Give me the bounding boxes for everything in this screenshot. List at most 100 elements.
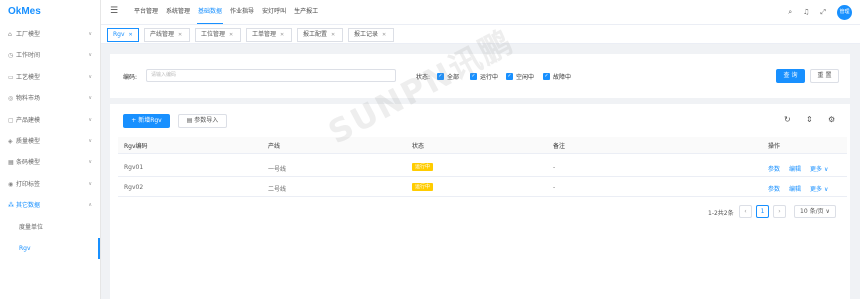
header-actions: ⌕ ♫ ⤢ 管理 xyxy=(788,0,852,24)
other-data-icon: ⁂ xyxy=(8,202,14,210)
nav-work-guide[interactable]: 作业指导 xyxy=(229,0,255,24)
search-icon[interactable]: ⌕ xyxy=(788,8,792,17)
close-icon[interactable]: ✕ xyxy=(331,32,335,38)
chevron-down-icon: ∨ xyxy=(823,166,829,173)
sidebar-subitem[interactable]: 度量单位 xyxy=(0,217,100,238)
params-link[interactable]: 参数 xyxy=(768,164,780,173)
button-label: 新增Rgv xyxy=(138,117,162,124)
more-link[interactable]: 更多 ∨ xyxy=(810,164,828,173)
tab-label: 产线管理 xyxy=(150,31,175,38)
tab-rgv[interactable]: Rgv ✕ xyxy=(107,28,139,42)
print-icon: ◉ xyxy=(8,180,14,188)
sidebar-item-label: 工作时间 xyxy=(16,52,41,60)
nav-report[interactable]: 生产报工 xyxy=(293,0,319,24)
sidebar-item[interactable]: ◎ 物料市场 ∨ xyxy=(0,88,100,109)
chevron-down-icon: ∨ xyxy=(825,208,830,215)
import-params-button[interactable]: ▤ 参数导入 xyxy=(178,114,227,128)
app-logo[interactable]: OkMes xyxy=(0,0,100,24)
nav-andon[interactable]: 安灯呼叫 xyxy=(261,0,287,24)
check-icon: ✓ xyxy=(543,72,550,80)
settings-icon[interactable]: ⚙ xyxy=(828,115,835,124)
factory-icon: ⌂ xyxy=(8,31,12,38)
top-nav: 平台管理 系统管理 基础数据 作业指导 安灯呼叫 生产报工 xyxy=(133,0,319,24)
reset-button[interactable]: 重 置 xyxy=(810,69,839,83)
sidebar-subitem[interactable]: Rgv xyxy=(0,237,100,260)
header-actions: 操作 xyxy=(768,143,781,150)
close-icon[interactable]: ✕ xyxy=(229,32,233,38)
sidebar-item-label: 物料市场 xyxy=(16,95,41,103)
tab-work-order[interactable]: 工单管理 ✕ xyxy=(246,28,292,42)
sidebar-item[interactable]: ▦ 条码模型 ∨ xyxy=(0,152,100,173)
sidebar-item-label: 工艺模型 xyxy=(16,73,41,81)
sidebar-item[interactable]: ◷ 工作时间 ∨ xyxy=(0,45,100,66)
header-status: 状态 xyxy=(412,143,425,150)
menu-toggle-icon[interactable]: ☰ xyxy=(110,6,118,16)
cell-remark: - xyxy=(553,184,556,191)
checkbox-label: 空闲中 xyxy=(516,73,535,81)
code-label: 编码: xyxy=(123,74,138,81)
query-button[interactable]: 查 询 xyxy=(776,69,805,83)
sidebar-item[interactable]: ▢ 产品建模 ∨ xyxy=(0,110,100,131)
sidebar-item-label: 其它数据 xyxy=(16,202,41,210)
params-link[interactable]: 参数 xyxy=(768,184,780,193)
avatar[interactable]: 管理 xyxy=(837,4,852,20)
chevron-down-icon: ∨ xyxy=(88,31,92,37)
fullscreen-icon[interactable]: ⤢ xyxy=(820,8,826,17)
chevron-up-icon: ∧ xyxy=(88,202,92,209)
page-size-select[interactable]: 10 条/页 ∨ xyxy=(794,205,836,218)
tab-station-management[interactable]: 工位管理 ✕ xyxy=(195,28,241,42)
nav-platform[interactable]: 平台管理 xyxy=(133,0,159,24)
chevron-down-icon: ∨ xyxy=(88,95,92,102)
process-icon: ▭ xyxy=(8,73,14,81)
tab-label: Rgv xyxy=(113,31,125,38)
close-icon[interactable]: ✕ xyxy=(129,32,133,38)
sidebar-item[interactable]: ⌂ 工厂模型 ∨ xyxy=(0,24,100,45)
cell-code: Rgv02 xyxy=(124,184,144,191)
button-label: 参数导入 xyxy=(194,117,219,124)
chevron-down-icon: ∨ xyxy=(88,180,92,187)
status-badge: 运行中 xyxy=(412,163,434,171)
more-label: 更多 xyxy=(810,166,823,173)
close-icon[interactable]: ✕ xyxy=(178,32,182,38)
tab-report-records[interactable]: 报工记录 ✕ xyxy=(348,28,394,42)
sidebar-item[interactable]: ◈ 质量模型 ∨ xyxy=(0,131,100,152)
more-link[interactable]: 更多 ∨ xyxy=(810,184,828,193)
more-label: 更多 xyxy=(810,186,823,193)
close-icon[interactable]: ✕ xyxy=(280,32,284,38)
cell-line: 二号线 xyxy=(268,186,287,193)
divider xyxy=(118,153,847,154)
edit-link[interactable]: 编辑 xyxy=(789,164,801,173)
divider xyxy=(118,196,847,197)
sidebar-item[interactable]: ▭ 工艺模型 ∨ xyxy=(0,67,100,88)
checkbox-label: 故障中 xyxy=(553,73,572,81)
header-line: 产线 xyxy=(268,143,281,150)
next-page-button[interactable]: › xyxy=(773,205,786,218)
close-icon[interactable]: ✕ xyxy=(382,32,386,38)
prev-page-button[interactable]: ‹ xyxy=(739,205,752,218)
edit-link[interactable]: 编辑 xyxy=(789,184,801,193)
nav-system[interactable]: 系统管理 xyxy=(165,0,191,24)
sidebar-item-label: 条码模型 xyxy=(16,159,41,167)
chevron-down-icon: ∨ xyxy=(88,137,92,144)
product-icon: ▢ xyxy=(8,116,14,124)
column-height-icon[interactable]: ⇕ xyxy=(806,115,813,124)
status-badge: 运行中 xyxy=(412,183,434,191)
sidebar-item-label: 打印标签 xyxy=(16,180,41,188)
bell-icon[interactable]: ♫ xyxy=(803,8,809,16)
tab-line-management[interactable]: 产线管理 ✕ xyxy=(144,28,190,42)
cell-code: Rgv01 xyxy=(124,164,144,171)
chevron-down-icon: ∨ xyxy=(88,52,92,59)
quality-icon: ◈ xyxy=(8,137,13,145)
code-input[interactable]: 请输入编码 xyxy=(146,69,396,82)
tab-label: 工位管理 xyxy=(201,31,226,38)
sidebar-item[interactable]: ◉ 打印标签 ∨ xyxy=(0,174,100,195)
page-number[interactable]: 1 xyxy=(756,205,769,218)
add-rgv-button[interactable]: + 新增Rgv xyxy=(123,114,170,128)
table-panel xyxy=(110,104,850,299)
nav-basic-data[interactable]: 基础数据 xyxy=(197,0,224,24)
tab-report-config[interactable]: 报工配置 ✕ xyxy=(297,28,343,42)
status-checkbox-idle[interactable]: ✓ 空闲中 xyxy=(506,71,534,81)
status-checkbox-fault[interactable]: ✓ 故障中 xyxy=(543,71,571,81)
sidebar-item[interactable]: ⁂ 其它数据 ∧ xyxy=(0,195,100,216)
refresh-icon[interactable]: ↻ xyxy=(784,115,791,124)
